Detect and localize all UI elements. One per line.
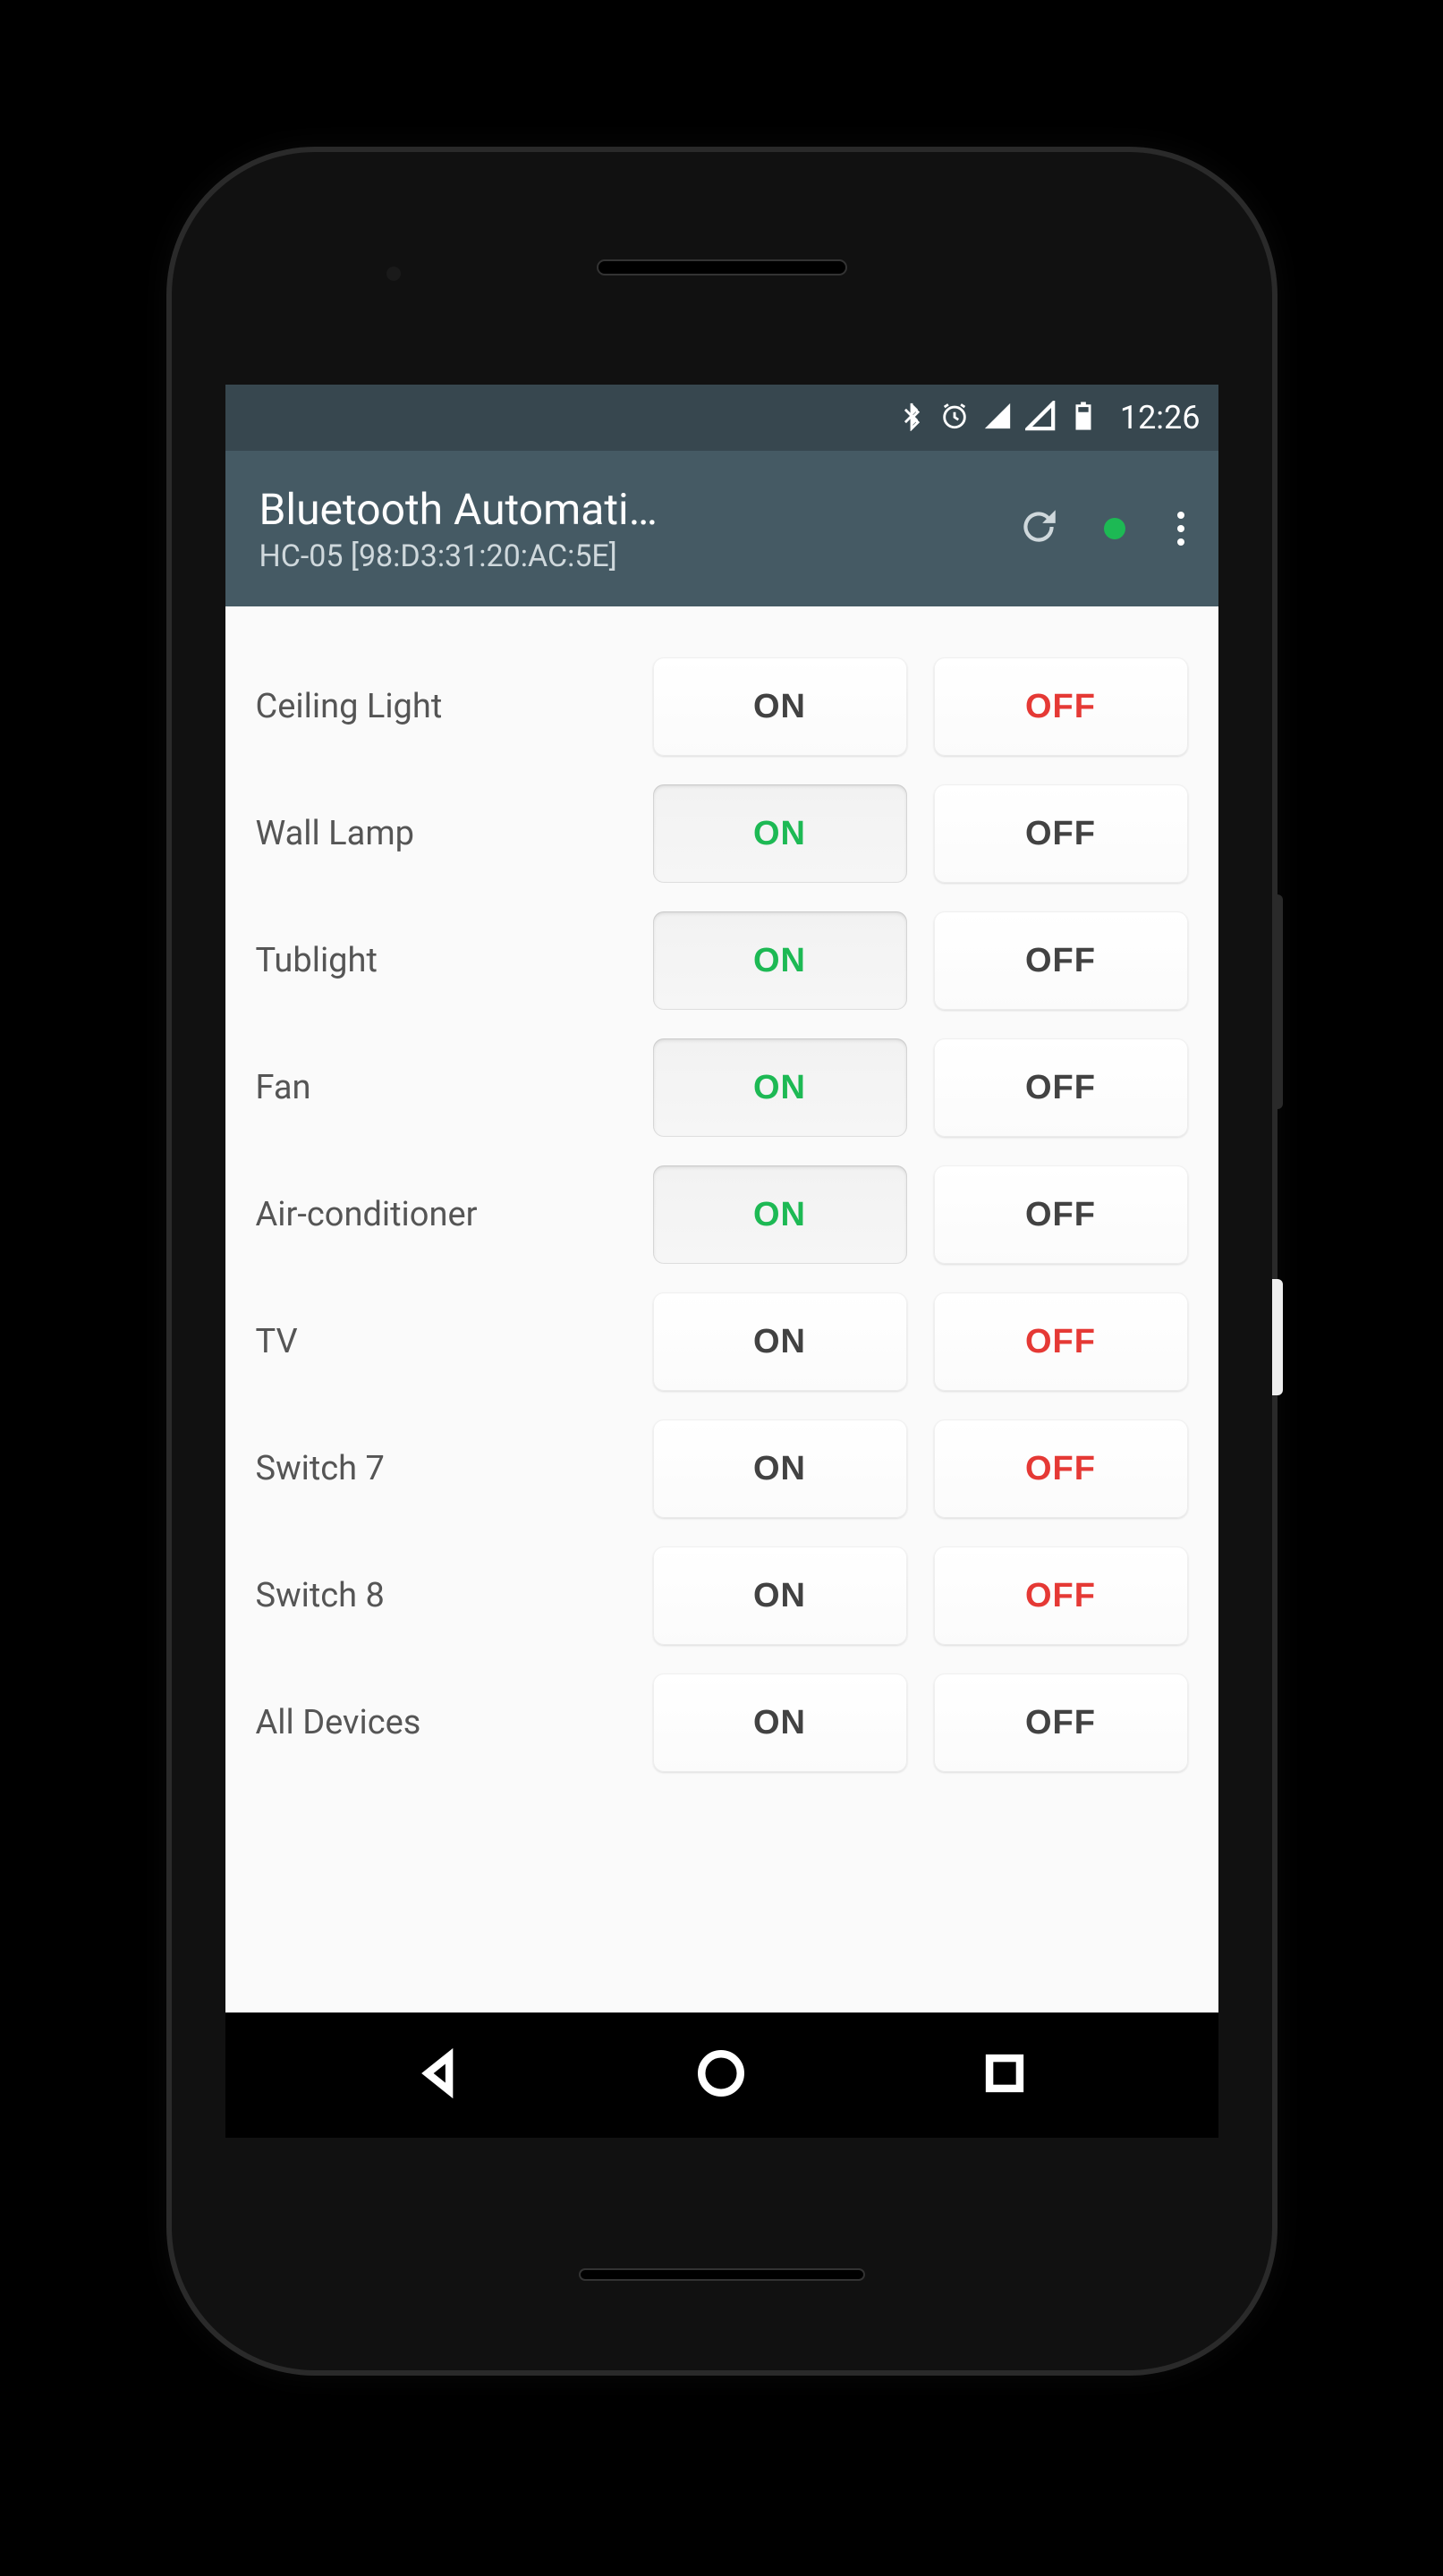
- bottom-speaker-slot: [579, 2268, 865, 2281]
- nav-back-icon[interactable]: [412, 2047, 464, 2103]
- status-time: 12:26: [1120, 399, 1201, 436]
- signal-empty-icon: [1025, 401, 1056, 435]
- on-button[interactable]: ON: [653, 1165, 907, 1264]
- off-button[interactable]: OFF: [934, 1419, 1188, 1518]
- off-button[interactable]: OFF: [934, 1546, 1188, 1645]
- device-row: FanON OFF: [256, 1038, 1188, 1138]
- device-label: Ceiling Light: [256, 687, 653, 726]
- status-bar: 12:26: [225, 385, 1218, 451]
- navigation-bar: [225, 2012, 1218, 2138]
- device-row: Wall LampON OFF: [256, 784, 1188, 884]
- device-row: All DevicesON OFF: [256, 1673, 1188, 1773]
- device-row: Ceiling LightON OFF: [256, 657, 1188, 757]
- battery-icon: [1068, 401, 1099, 435]
- device-row: Switch 7ON OFF: [256, 1419, 1188, 1519]
- bluetooth-icon: [896, 401, 927, 435]
- screen: 12:26 Bluetooth Automati… HC-05 [98:D3:3…: [225, 385, 1218, 2138]
- signal-full-icon: [982, 401, 1013, 435]
- refresh-icon[interactable]: [1016, 504, 1061, 553]
- device-label: Wall Lamp: [256, 814, 653, 853]
- device-label: All Devices: [256, 1703, 653, 1742]
- front-camera: [386, 267, 401, 281]
- on-button[interactable]: ON: [653, 911, 907, 1010]
- device-label: Tublight: [256, 941, 653, 980]
- app-bar: Bluetooth Automati… HC-05 [98:D3:31:20:A…: [225, 451, 1218, 606]
- on-button[interactable]: ON: [653, 1419, 907, 1518]
- device-label: Fan: [256, 1068, 653, 1107]
- device-row: TublightON OFF: [256, 911, 1188, 1011]
- connection-status-dot: [1104, 518, 1125, 539]
- volume-button: [1272, 894, 1283, 1109]
- device-label: Switch 7: [256, 1449, 653, 1488]
- alarm-icon: [939, 401, 970, 435]
- off-button[interactable]: OFF: [934, 1165, 1188, 1264]
- on-button[interactable]: ON: [653, 1038, 907, 1137]
- device-row: TVON OFF: [256, 1292, 1188, 1392]
- off-button[interactable]: OFF: [934, 1674, 1188, 1772]
- on-button[interactable]: ON: [653, 1292, 907, 1391]
- off-button[interactable]: OFF: [934, 784, 1188, 883]
- nav-recent-icon[interactable]: [979, 2047, 1031, 2103]
- on-button[interactable]: ON: [653, 1674, 907, 1772]
- device-row: Air-conditionerON OFF: [256, 1165, 1188, 1265]
- speaker-slot: [597, 259, 847, 275]
- app-subtitle: HC-05 [98:D3:31:20:AC:5E]: [259, 538, 1000, 574]
- device-label: Air-conditioner: [256, 1195, 653, 1234]
- on-button[interactable]: ON: [653, 784, 907, 883]
- off-button[interactable]: OFF: [934, 911, 1188, 1010]
- app-title: Bluetooth Automati…: [259, 484, 1000, 535]
- on-button[interactable]: ON: [653, 657, 907, 756]
- app-bar-actions: [1000, 504, 1193, 553]
- device-row: Switch 8ON OFF: [256, 1546, 1188, 1646]
- device-list: Ceiling LightONOFFWall LampONOFFTublight…: [225, 606, 1218, 2012]
- nav-home-icon[interactable]: [695, 2047, 747, 2103]
- power-button: [1272, 1279, 1283, 1395]
- on-button[interactable]: ON: [653, 1546, 907, 1645]
- off-button[interactable]: OFF: [934, 657, 1188, 756]
- off-button[interactable]: OFF: [934, 1038, 1188, 1137]
- off-button[interactable]: OFF: [934, 1292, 1188, 1391]
- device-label: TV: [256, 1322, 653, 1361]
- app-bar-titles: Bluetooth Automati… HC-05 [98:D3:31:20:A…: [259, 484, 1000, 574]
- phone-frame: 12:26 Bluetooth Automati… HC-05 [98:D3:3…: [172, 152, 1272, 2370]
- overflow-menu-icon[interactable]: [1168, 506, 1193, 551]
- device-label: Switch 8: [256, 1576, 653, 1615]
